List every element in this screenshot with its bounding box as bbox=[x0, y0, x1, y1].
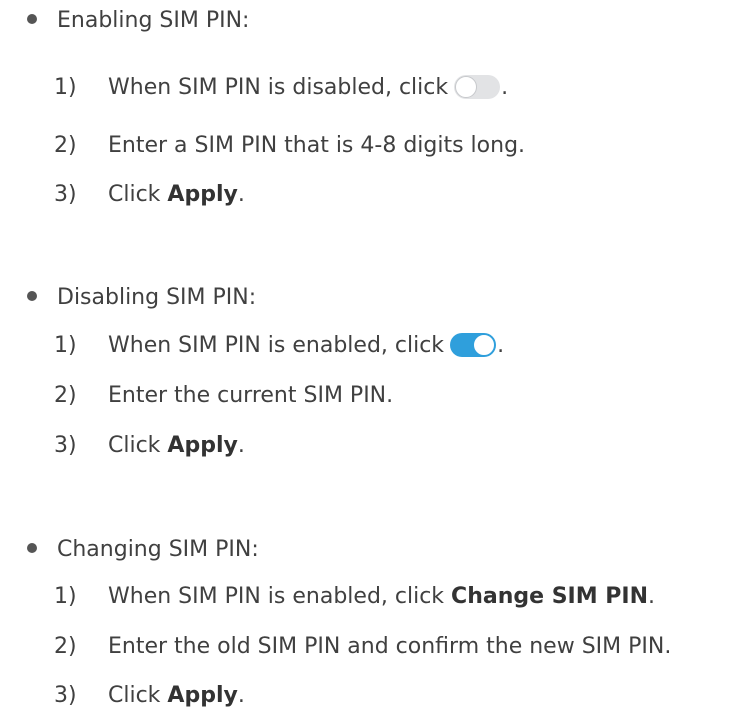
step-bold-text: Apply bbox=[167, 683, 238, 708]
step-item: 1) When SIM PIN is enabled, click. bbox=[54, 331, 504, 361]
bullet-icon bbox=[27, 543, 37, 553]
step-text: Click bbox=[108, 433, 168, 458]
step-number: 3) bbox=[54, 683, 77, 708]
step-item: 3) Click Apply. bbox=[54, 431, 245, 461]
step-item: 3) Click Apply. bbox=[54, 681, 245, 711]
step-suffix: . bbox=[497, 333, 505, 358]
step-item: 3) Click Apply. bbox=[54, 180, 245, 210]
step-bold-text: Change SIM PIN bbox=[451, 584, 648, 609]
step-item: 2) Enter a SIM PIN that is 4-8 digits lon… bbox=[54, 131, 525, 161]
step-text: When SIM PIN is disabled, click bbox=[108, 75, 449, 100]
step-text: Click bbox=[108, 182, 168, 207]
step-text: Enter the old SIM PIN and confirm the ne… bbox=[108, 634, 672, 659]
step-text: When SIM PIN is enabled, click bbox=[108, 333, 445, 358]
step-number: 3) bbox=[54, 433, 77, 458]
step-number: 2) bbox=[54, 133, 77, 158]
step-suffix: . bbox=[501, 75, 509, 100]
step-number: 2) bbox=[54, 383, 77, 408]
step-text: Enter a SIM PIN that is 4-8 digits long. bbox=[108, 133, 526, 158]
step-text: When SIM PIN is enabled, click bbox=[108, 584, 452, 609]
bullet-icon bbox=[27, 291, 37, 301]
step-text: Enter the current SIM PIN. bbox=[108, 383, 394, 408]
bullet-icon bbox=[27, 14, 37, 24]
step-item: 2) Enter the old SIM PIN and confirm the … bbox=[54, 632, 671, 662]
step-number: 1) bbox=[54, 75, 77, 100]
step-bold-text: Apply bbox=[167, 182, 238, 207]
toggle-knob bbox=[473, 334, 496, 356]
heading-text: Disabling SIM PIN: bbox=[57, 285, 257, 310]
step-suffix: . bbox=[237, 433, 245, 458]
toggle-off-icon bbox=[454, 75, 501, 99]
step-item: 1) When SIM PIN is enabled, click Change … bbox=[54, 582, 655, 612]
step-suffix: . bbox=[648, 584, 655, 609]
step-text: Click bbox=[108, 683, 168, 708]
step-item: 2) Enter the current SIM PIN. bbox=[54, 381, 393, 411]
step-item: 1) When SIM PIN is disabled, click. bbox=[54, 73, 508, 103]
toggle-knob bbox=[455, 76, 478, 98]
heading-text: Changing SIM PIN: bbox=[57, 537, 259, 562]
step-bold-text: Apply bbox=[167, 433, 238, 458]
step-number: 3) bbox=[54, 182, 77, 207]
toggle-on-icon bbox=[450, 333, 497, 357]
step-suffix: . bbox=[237, 182, 245, 207]
step-number: 2) bbox=[54, 634, 77, 659]
step-number: 1) bbox=[54, 584, 77, 609]
step-number: 1) bbox=[54, 333, 77, 358]
step-suffix: . bbox=[237, 683, 245, 708]
heading-text: Enabling SIM PIN: bbox=[57, 8, 250, 33]
